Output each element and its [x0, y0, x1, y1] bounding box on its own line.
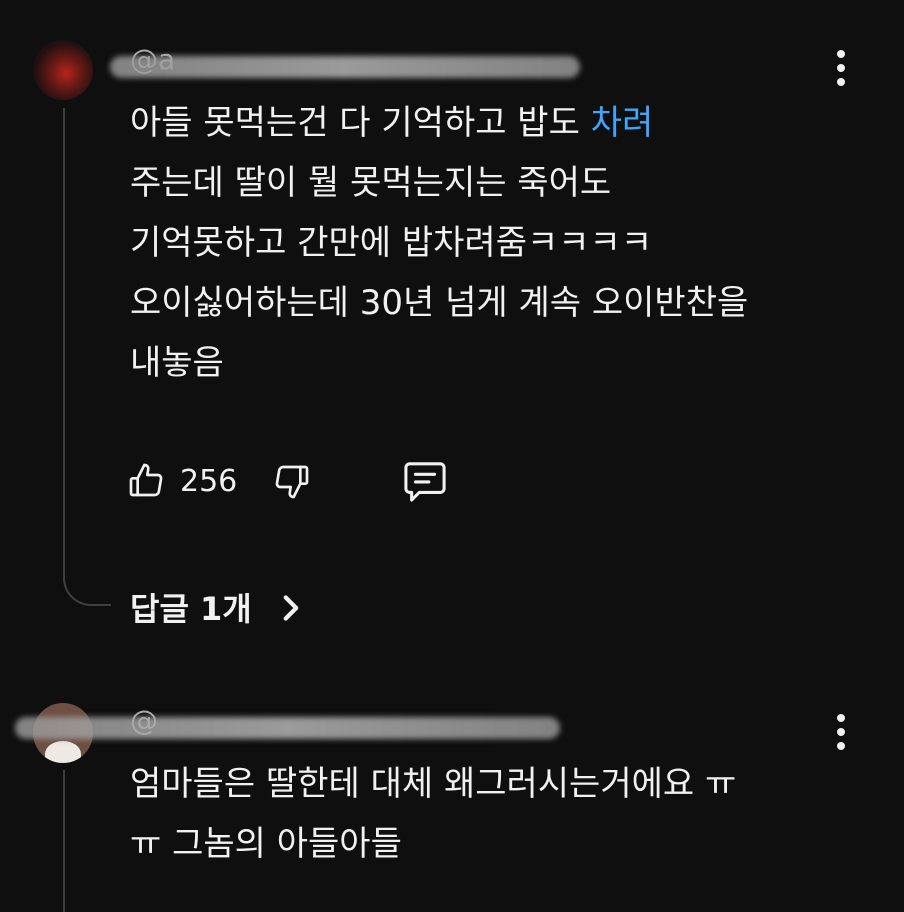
thread-line: [63, 770, 65, 912]
comment-line: 내놓음: [130, 343, 224, 383]
chevron-right-icon[interactable]: [280, 594, 302, 626]
comment-link[interactable]: 차려: [591, 103, 654, 143]
thumbs-up-icon[interactable]: [126, 460, 166, 504]
comment-line: 오이싫어하는데 30년 넘게 계속 오이반찬을: [130, 283, 749, 323]
thread-line: [63, 108, 65, 578]
thread-connector: [63, 560, 111, 606]
more-vert-icon[interactable]: [832, 714, 850, 750]
comment-icon[interactable]: [402, 460, 448, 506]
thumbs-down-icon[interactable]: [272, 462, 312, 506]
comment-text: 엄마들은 딸한테 대체 왜그러시는거에요 ㅠ ㅠ 그놈의 아들아들: [130, 754, 736, 874]
view-replies-button[interactable]: 답글 1개: [130, 584, 252, 630]
avatar[interactable]: [33, 40, 93, 100]
comment-line: ㅠ 그놈의 아들아들: [130, 824, 402, 864]
comment-line: 기억못하고 간만에 밥차려줌ㅋㅋㅋㅋ: [130, 223, 653, 263]
more-vert-icon[interactable]: [832, 50, 850, 86]
redaction-blur: [15, 717, 560, 739]
comment-line: 엄마들은 딸한테 대체 왜그러시는거에요 ㅠ: [130, 764, 737, 804]
comment-line: 아들 못먹는건 다 기억하고 밥도 차려: [130, 103, 654, 143]
redaction-blur: [110, 56, 580, 78]
comment-text: 아들 못먹는건 다 기억하고 밥도 차려 주는데 딸이 뭘 못먹는지는 죽어도 …: [130, 93, 748, 393]
like-count: 256: [180, 464, 238, 499]
comment-line: 주는데 딸이 뭘 못먹는지는 죽어도: [130, 163, 612, 203]
